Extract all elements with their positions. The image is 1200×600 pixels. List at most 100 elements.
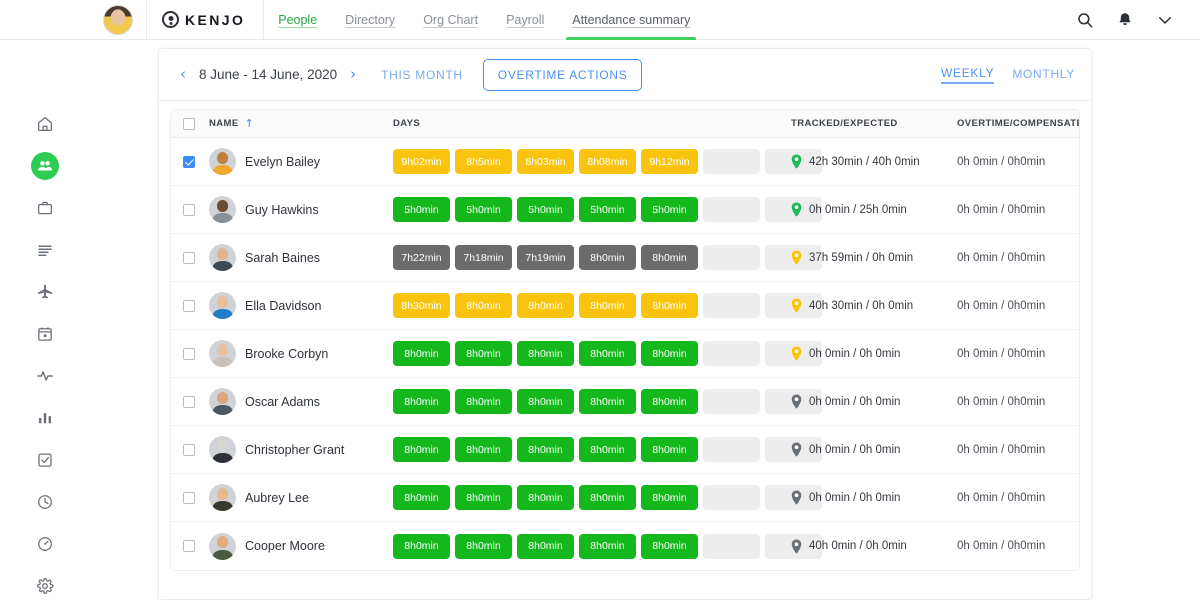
day-chip[interactable]: 8h0min [641,533,698,559]
row-checkbox[interactable] [183,203,195,216]
day-chip[interactable]: 8h0min [393,437,450,462]
sidebar-item-attendance[interactable] [31,488,59,516]
day-chip[interactable]: 9h02min [393,149,450,174]
employee-cell[interactable]: Brooke Corbyn [209,340,393,367]
employee-cell[interactable]: Aubrey Lee [209,484,393,511]
brand-logo[interactable]: KENJO [147,0,265,40]
sidebar-item-documents[interactable] [31,236,59,264]
day-chip[interactable]: 8h0min [455,389,512,414]
overtime-actions-button[interactable]: OVERTIME ACTIONS [482,58,643,91]
nav-item-directory[interactable]: Directory [331,0,409,40]
prev-week-button[interactable]: ‹ [177,65,189,84]
nav-item-attendance-summary[interactable]: Attendance summary [558,0,704,40]
day-chip[interactable]: 8h0min [579,485,636,510]
user-avatar-cell[interactable] [90,0,147,40]
day-chip[interactable]: 8h0min [393,485,450,510]
bell-icon[interactable] [1116,11,1134,29]
day-chip[interactable] [703,149,760,174]
row-checkbox[interactable] [183,491,195,504]
sidebar-item-dashboard[interactable] [31,530,59,558]
nav-item-people[interactable]: People [264,0,331,40]
sidebar-item-recruiting[interactable] [31,194,59,222]
table-row[interactable]: Cooper Moore 8h0min 8h0min 8h0min 8h0min 8h0… [171,522,1079,570]
employee-cell[interactable]: Guy Hawkins [209,196,393,223]
day-chip[interactable]: 8h0min [641,293,698,318]
sidebar-item-home[interactable] [31,110,59,138]
sidebar-item-performance[interactable] [31,362,59,390]
day-chip[interactable]: 8h0min [393,341,450,366]
day-chip[interactable]: 8h0min [393,389,450,414]
search-icon[interactable] [1076,11,1094,29]
header-name-cell[interactable]: NAME ↑ [209,118,393,129]
table-row[interactable]: Brooke Corbyn 8h0min 8h0min 8h0min 8h0min 8h… [171,330,1079,378]
day-chip[interactable]: 5h0min [517,197,574,222]
nav-item-payroll[interactable]: Payroll [492,0,558,40]
table-row[interactable]: Guy Hawkins 5h0min 5h0min 5h0min 5h0min 5h0m… [171,186,1079,234]
day-chip[interactable]: 8h08min [579,149,636,174]
day-chip[interactable]: 8h0min [517,485,574,510]
day-chip[interactable] [703,197,760,222]
day-chip[interactable]: 8h0min [641,245,698,270]
day-chip[interactable]: 8h0min [641,437,698,462]
day-chip[interactable]: 8h5min [455,149,512,174]
day-chip[interactable] [703,485,760,510]
table-row[interactable]: Evelyn Bailey 9h02min 8h5min 8h03min 8h08mi… [171,138,1079,186]
day-chip[interactable]: 9h12min [641,149,698,174]
day-chip[interactable]: 8h0min [641,485,698,510]
day-chip[interactable]: 8h03min [517,149,574,174]
sidebar-item-people[interactable] [31,152,59,180]
employee-cell[interactable]: Oscar Adams [209,388,393,415]
sidebar-item-calendar[interactable] [31,320,59,348]
table-row[interactable]: Ella Davidson 8h30min 8h0min 8h0min 8h0min 8… [171,282,1079,330]
this-month-button[interactable]: THIS MONTH [381,68,463,82]
day-chip[interactable] [703,293,760,318]
row-checkbox[interactable] [183,443,195,456]
day-chip[interactable]: 8h0min [517,533,574,559]
next-week-button[interactable]: › [347,65,359,84]
day-chip[interactable]: 7h22min [393,245,450,270]
employee-cell[interactable]: Cooper Moore [209,532,393,560]
select-all-checkbox[interactable] [183,117,195,130]
day-chip[interactable]: 8h0min [517,437,574,462]
employee-cell[interactable]: Christopher Grant [209,436,393,463]
day-chip[interactable]: 8h0min [579,533,636,559]
employee-cell[interactable]: Evelyn Bailey [209,148,393,175]
sort-ascending-icon[interactable]: ↑ [245,118,254,129]
period-weekly[interactable]: WEEKLY [940,66,995,84]
day-chip[interactable]: 8h0min [455,293,512,318]
day-chip[interactable]: 8h0min [455,341,512,366]
day-chip[interactable]: 8h0min [393,533,450,559]
row-checkbox[interactable] [183,347,195,360]
day-chip[interactable]: 8h0min [579,341,636,366]
row-checkbox[interactable] [183,251,195,264]
day-chip[interactable]: 5h0min [579,197,636,222]
row-checkbox[interactable] [183,299,195,312]
day-chip[interactable]: 8h0min [517,293,574,318]
day-chip[interactable] [703,245,760,270]
day-chip[interactable]: 8h0min [641,341,698,366]
nav-item-org-chart[interactable]: Org Chart [409,0,492,40]
day-chip[interactable]: 8h0min [579,437,636,462]
sidebar-item-settings[interactable] [31,572,59,600]
day-chip[interactable]: 8h0min [641,389,698,414]
day-chip[interactable]: 8h0min [455,533,512,559]
sidebar-item-reports[interactable] [31,404,59,432]
period-monthly[interactable]: MONTHLY [1012,67,1075,83]
table-row[interactable]: Christopher Grant 8h0min 8h0min 8h0min 8h0m… [171,426,1079,474]
day-chip[interactable]: 8h0min [455,437,512,462]
employee-cell[interactable]: Sarah Baines [209,244,393,271]
day-chip[interactable]: 8h0min [579,293,636,318]
day-chip[interactable]: 5h0min [455,197,512,222]
sidebar-item-absences[interactable] [31,278,59,306]
day-chip[interactable]: 8h0min [579,389,636,414]
day-chip[interactable] [703,437,760,462]
day-chip[interactable] [703,389,760,414]
day-chip[interactable]: 7h19min [517,245,574,270]
day-chip[interactable]: 7h18min [455,245,512,270]
table-row[interactable]: Oscar Adams 8h0min 8h0min 8h0min 8h0min 8h0m… [171,378,1079,426]
day-chip[interactable] [703,533,760,559]
day-chip[interactable]: 8h0min [517,341,574,366]
day-chip[interactable]: 8h0min [579,245,636,270]
day-chip[interactable]: 5h0min [641,197,698,222]
row-checkbox[interactable] [183,540,195,552]
